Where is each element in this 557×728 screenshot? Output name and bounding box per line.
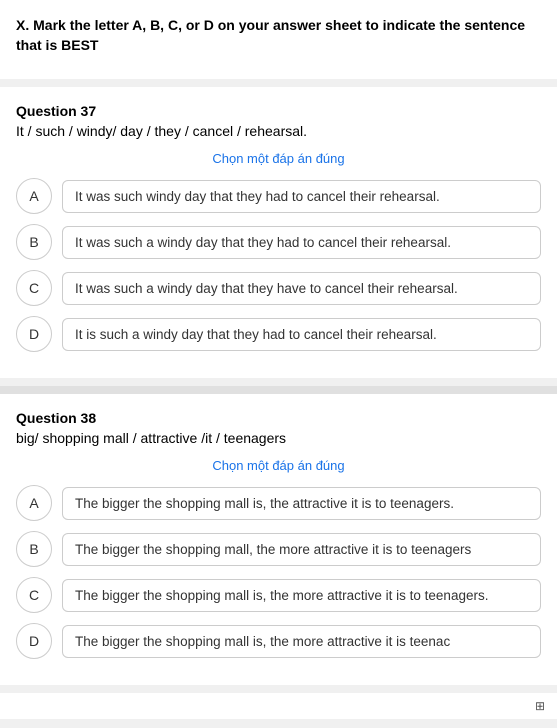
option-37-d-text: It is such a windy day that they had to … [62, 318, 541, 351]
option-38-d-circle[interactable]: D [16, 623, 52, 659]
option-37-a[interactable]: A It was such windy day that they had to… [16, 178, 541, 214]
pagination-grid-icon[interactable]: ⊞ [535, 699, 545, 713]
question-37-choose-label: Chọn một đáp án đúng [16, 151, 541, 166]
option-38-a[interactable]: A The bigger the shopping mall is, the a… [16, 485, 541, 521]
section-header: X. Mark the letter A, B, C, or D on your… [0, 0, 557, 79]
option-38-d-text: The bigger the shopping mall is, the mor… [62, 625, 541, 658]
pagination-bar: ⊞ [0, 693, 557, 719]
question-37-section: Question 37 It / such / windy/ day / the… [0, 87, 557, 378]
option-37-b-circle[interactable]: B [16, 224, 52, 260]
question-37-title: Question 37 [16, 103, 541, 119]
option-38-b-circle[interactable]: B [16, 531, 52, 567]
option-38-b-text: The bigger the shopping mall, the more a… [62, 533, 541, 566]
question-38-section: Question 38 big/ shopping mall / attract… [0, 394, 557, 685]
option-38-c-circle[interactable]: C [16, 577, 52, 613]
question-38-title: Question 38 [16, 410, 541, 426]
question-38-prompt: big/ shopping mall / attractive /it / te… [16, 430, 541, 446]
option-37-c-circle[interactable]: C [16, 270, 52, 306]
question-37-prompt: It / such / windy/ day / they / cancel /… [16, 123, 541, 139]
option-38-a-circle[interactable]: A [16, 485, 52, 521]
option-37-a-text: It was such windy day that they had to c… [62, 180, 541, 213]
option-38-c-text: The bigger the shopping mall is, the mor… [62, 579, 541, 612]
option-38-c[interactable]: C The bigger the shopping mall is, the m… [16, 577, 541, 613]
option-37-a-circle[interactable]: A [16, 178, 52, 214]
option-37-b-text: It was such a windy day that they had to… [62, 226, 541, 259]
section-divider [0, 386, 557, 394]
instruction-text: X. Mark the letter A, B, C, or D on your… [16, 16, 541, 55]
question-38-choose-label: Chọn một đáp án đúng [16, 458, 541, 473]
option-38-a-text: The bigger the shopping mall is, the att… [62, 487, 541, 520]
option-37-c-text: It was such a windy day that they have t… [62, 272, 541, 305]
option-38-d[interactable]: D The bigger the shopping mall is, the m… [16, 623, 541, 659]
option-37-d[interactable]: D It is such a windy day that they had t… [16, 316, 541, 352]
option-37-b[interactable]: B It was such a windy day that they had … [16, 224, 541, 260]
option-37-d-circle[interactable]: D [16, 316, 52, 352]
option-38-b[interactable]: B The bigger the shopping mall, the more… [16, 531, 541, 567]
option-37-c[interactable]: C It was such a windy day that they have… [16, 270, 541, 306]
